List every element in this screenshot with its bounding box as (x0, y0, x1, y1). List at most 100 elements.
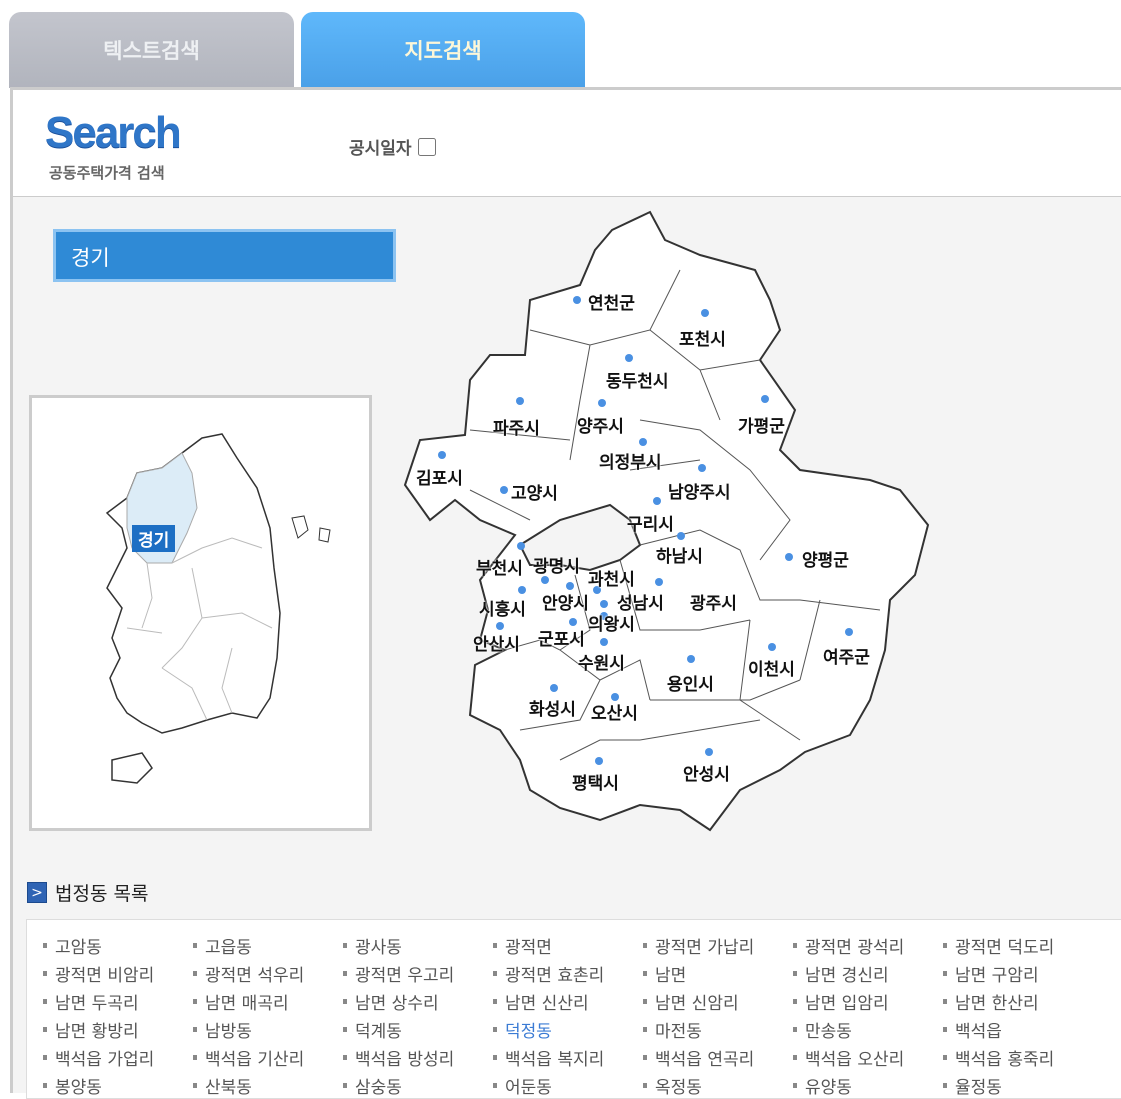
city-label[interactable]: 이천시 (748, 655, 795, 680)
dong-list-item[interactable]: 옥정동 (643, 1075, 793, 1098)
city-dot (541, 576, 549, 584)
dong-list-item[interactable]: 광사동 (343, 934, 493, 958)
city-dot (639, 438, 647, 446)
city-dot (785, 553, 793, 561)
city-label[interactable]: 포천시 (679, 325, 726, 350)
city-dot (595, 757, 603, 765)
city-label[interactable]: 의정부시 (599, 448, 662, 473)
city-label[interactable]: 오산시 (591, 699, 638, 724)
city-dot (600, 600, 608, 608)
city-label[interactable]: 의왕시 (588, 610, 635, 635)
dong-list-item[interactable]: 남면 상수리 (343, 990, 493, 1014)
city-dot (516, 397, 524, 405)
city-dot (701, 309, 709, 317)
dong-list-item[interactable]: 봉양동 (43, 1075, 193, 1098)
dong-list-item[interactable]: 광적면 가납리 (643, 934, 793, 958)
city-label[interactable]: 수원시 (578, 649, 625, 674)
city-dot (705, 748, 713, 756)
city-label[interactable]: 가평군 (738, 412, 785, 437)
city-label[interactable]: 양주시 (577, 412, 624, 437)
dong-list-item[interactable]: 남면 구암리 (943, 962, 1093, 986)
city-dot (845, 628, 853, 636)
city-dot (518, 586, 526, 594)
dong-list-item[interactable]: 광적면 석우리 (193, 962, 343, 986)
city-label[interactable]: 구리시 (627, 510, 674, 535)
dong-list-item[interactable]: 백석읍 연곡리 (643, 1047, 793, 1070)
city-dot (677, 532, 685, 540)
dong-list-item[interactable]: 만송동 (793, 1018, 943, 1042)
dong-list-item[interactable]: 광적면 효촌리 (493, 962, 643, 986)
city-label[interactable]: 광명시 (533, 552, 580, 577)
city-dot (653, 497, 661, 505)
dong-list-item[interactable]: 백석읍 가업리 (43, 1047, 193, 1070)
dong-list-item[interactable]: 광적면 덕도리 (943, 934, 1093, 958)
city-label[interactable]: 파주시 (493, 414, 540, 439)
dong-list-item[interactable]: 남면 경신리 (793, 962, 943, 986)
city-label[interactable]: 평택시 (572, 769, 619, 794)
city-dot (698, 464, 706, 472)
dong-list-item[interactable]: 삼숭동 (343, 1075, 493, 1098)
city-label[interactable]: 고양시 (511, 479, 558, 504)
city-dot (438, 451, 446, 459)
dong-list: 고암동 고읍동 광사동 광적면 광적면 가납리 광적면 광석리 광적면 덕도리광적면 비암리… (26, 919, 1121, 1099)
city-label[interactable]: 연천군 (588, 289, 635, 314)
dong-list-item[interactable]: 어둔동 (493, 1075, 643, 1098)
dong-list-item[interactable]: 백석읍 방성리 (343, 1047, 493, 1070)
city-dot (517, 542, 525, 550)
dong-list-item[interactable]: 남면 한산리 (943, 990, 1093, 1014)
dong-list-item[interactable]: 남방동 (193, 1018, 343, 1042)
city-label[interactable]: 과천시 (588, 565, 635, 590)
city-label[interactable]: 안양시 (542, 589, 589, 614)
city-dot (496, 622, 504, 630)
city-label[interactable]: 동두천시 (606, 367, 669, 392)
city-label[interactable]: 여주군 (823, 643, 870, 668)
dong-list-item[interactable]: 백석읍 (943, 1018, 1093, 1042)
dong-list-item[interactable]: 덕정동 (493, 1018, 643, 1042)
dong-list-item[interactable]: 마전동 (643, 1018, 793, 1042)
city-label[interactable]: 군포시 (538, 625, 585, 650)
city-dot (573, 296, 581, 304)
dong-list-item[interactable]: 산북동 (193, 1075, 343, 1098)
city-label[interactable]: 안산시 (473, 630, 520, 655)
city-label[interactable]: 부천시 (476, 554, 523, 579)
city-dot (550, 684, 558, 692)
dong-list-item[interactable]: 덕계동 (343, 1018, 493, 1042)
dong-list-item[interactable]: 율정동 (943, 1075, 1093, 1098)
city-label[interactable]: 하남시 (656, 542, 703, 567)
dong-list-item[interactable]: 남면 신산리 (493, 990, 643, 1014)
city-label[interactable]: 김포시 (416, 464, 463, 489)
city-dot (768, 643, 776, 651)
dong-list-item[interactable]: 남면 황방리 (43, 1018, 193, 1042)
dong-list-item[interactable]: 고암동 (43, 934, 193, 958)
dong-list-item[interactable]: 남면 신암리 (643, 990, 793, 1014)
city-label[interactable]: 시흥시 (479, 595, 526, 620)
city-dot (598, 399, 606, 407)
dong-list-item[interactable]: 광적면 우고리 (343, 962, 493, 986)
city-dot (687, 655, 695, 663)
city-label[interactable]: 안성시 (683, 760, 730, 785)
dong-list-item[interactable]: 남면 입암리 (793, 990, 943, 1014)
dong-list-item[interactable]: 광적면 비암리 (43, 962, 193, 986)
dong-list-item[interactable]: 백석읍 복지리 (493, 1047, 643, 1070)
city-dot (600, 638, 608, 646)
dong-list-item[interactable]: 백석읍 오산리 (793, 1047, 943, 1070)
city-dot (655, 578, 663, 586)
dong-list-item[interactable]: 고읍동 (193, 934, 343, 958)
dong-list-item[interactable]: 남면 매곡리 (193, 990, 343, 1014)
city-label[interactable]: 양평군 (802, 546, 849, 571)
city-label[interactable]: 화성시 (529, 695, 576, 720)
city-dot (761, 395, 769, 403)
gyeonggi-map (403, 210, 930, 832)
dong-list-item[interactable]: 유양동 (793, 1075, 943, 1098)
dong-list-item[interactable]: 백석읍 홍죽리 (943, 1047, 1093, 1070)
dong-list-item[interactable]: 백석읍 기산리 (193, 1047, 343, 1070)
dong-list-item[interactable]: 남면 (643, 962, 793, 986)
city-label[interactable]: 광주시 (690, 589, 737, 614)
city-label[interactable]: 남양주시 (668, 478, 731, 503)
city-label[interactable]: 용인시 (667, 670, 714, 695)
dong-list-item[interactable]: 광적면 (493, 934, 643, 958)
dong-list-item[interactable]: 광적면 광석리 (793, 934, 943, 958)
dong-list-item[interactable]: 남면 두곡리 (43, 990, 193, 1014)
city-dot (625, 354, 633, 362)
city-dot (500, 486, 508, 494)
